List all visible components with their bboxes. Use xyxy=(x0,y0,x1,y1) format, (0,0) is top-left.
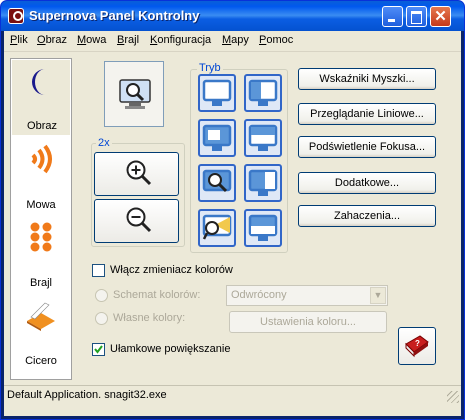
zoom-level-label: 2x xyxy=(96,137,112,149)
color-changer-label: Włącz zmieniacz kolorów xyxy=(110,264,233,276)
sidebar-item-label: Cicero xyxy=(25,355,57,367)
menu-obraz[interactable]: Obraz xyxy=(37,34,67,46)
status-bar: Default Application. snagit32.exe xyxy=(4,385,461,417)
full-screen-mode-icon xyxy=(202,79,232,106)
split-vertical-mode-icon xyxy=(248,79,278,106)
minimize-button[interactable] xyxy=(382,6,403,27)
hooks-button[interactable]: Zahaczenia... xyxy=(298,205,436,227)
mode-split-bottom[interactable] xyxy=(244,209,282,247)
menu-mowa[interactable]: Mowa xyxy=(77,34,106,46)
sidebar-item-mowa[interactable]: Mowa xyxy=(11,137,71,214)
minimize-icon xyxy=(388,19,395,22)
mode-split-vertical[interactable] xyxy=(244,74,282,112)
line-view-button[interactable]: Przeglądanie Liniowe... xyxy=(298,103,436,125)
sidebar-item-label: Mowa xyxy=(26,199,56,211)
status-text: Default Application. snagit32.exe xyxy=(7,389,167,401)
menu-konfiguracja[interactable]: Konfiguracja xyxy=(150,34,211,46)
resize-grip-icon[interactable] xyxy=(447,391,459,403)
fractional-zoom-label: Ułamkowe powiększanie xyxy=(110,343,231,355)
split-right-mode-icon xyxy=(248,169,278,196)
split-horizontal-mode-icon xyxy=(248,124,278,151)
menu-bar: Plik Obraz Mowa Brajl Konfiguracja Mapy … xyxy=(4,31,461,52)
monitor-magnifier-icon xyxy=(119,79,151,109)
lens-mode-icon xyxy=(202,169,232,193)
sidebar-item-cicero[interactable]: Cicero xyxy=(11,293,71,370)
menu-brajl[interactable]: Brajl xyxy=(117,34,139,46)
category-sidebar: Obraz Mowa Brajl Cicero xyxy=(10,58,72,380)
mode-split-right[interactable] xyxy=(244,164,282,202)
color-changer-checkbox[interactable] xyxy=(92,264,105,277)
auto-lens-mode-icon xyxy=(202,214,232,240)
focus-highlight-button[interactable]: Podświetlenie Fokusa... xyxy=(298,136,436,158)
help-button[interactable]: ? xyxy=(398,327,436,365)
mode-lens[interactable] xyxy=(198,164,236,202)
maximize-icon xyxy=(411,11,422,24)
zoom-in-button[interactable] xyxy=(94,152,179,196)
braille-dots-icon xyxy=(30,222,52,252)
menu-mapy[interactable]: Mapy xyxy=(222,34,249,46)
sound-waves-icon xyxy=(31,144,52,174)
close-icon: ✕ xyxy=(434,8,447,25)
chevron-down-icon[interactable]: ▼ xyxy=(370,287,386,304)
maximize-button[interactable] xyxy=(406,6,427,27)
zoom-in-icon xyxy=(126,160,152,186)
mode-window[interactable] xyxy=(198,119,236,157)
app-icon[interactable] xyxy=(8,8,24,24)
mode-group-title: Tryb xyxy=(197,62,223,74)
zoom-out-icon xyxy=(126,207,152,233)
additional-button[interactable]: Dodatkowe... xyxy=(298,172,436,194)
window-mode-icon xyxy=(202,124,232,151)
sidebar-item-brajl[interactable]: Brajl xyxy=(11,215,71,292)
menu-pomoc[interactable]: Pomoc xyxy=(259,34,293,46)
color-settings-button[interactable]: Ustawienia koloru... xyxy=(229,311,387,333)
client-area: Plik Obraz Mowa Brajl Konfiguracja Mapy … xyxy=(4,31,461,416)
sidebar-item-label: Obraz xyxy=(27,120,57,132)
checkmark-icon xyxy=(94,345,103,354)
magnifier-toggle-button[interactable] xyxy=(104,61,164,127)
help-book-icon: ? xyxy=(405,335,429,358)
sidebar-item-obraz[interactable]: Obraz xyxy=(11,59,71,136)
color-scheme-label: Schemat kolorów: xyxy=(113,289,201,301)
color-scheme-value: Odwrócony xyxy=(231,289,287,301)
window-title: Supernova Panel Kontrolny xyxy=(29,8,200,23)
application-window: Supernova Panel Kontrolny ✕ Plik Obraz M… xyxy=(0,0,465,420)
mode-full-screen[interactable] xyxy=(198,74,236,112)
title-bar[interactable]: Supernova Panel Kontrolny ✕ xyxy=(1,1,464,31)
svg-text:?: ? xyxy=(415,339,420,348)
fractional-zoom-checkbox[interactable] xyxy=(92,343,105,356)
moon-icon xyxy=(32,69,45,95)
mouse-pointers-button[interactable]: Wskaźniki Myszki... xyxy=(298,68,436,90)
scanner-icon xyxy=(27,302,55,331)
color-scheme-radio[interactable] xyxy=(95,289,108,302)
sidebar-item-label: Brajl xyxy=(29,277,52,289)
zoom-out-button[interactable] xyxy=(94,199,179,243)
close-button[interactable]: ✕ xyxy=(430,6,451,27)
split-bottom-mode-icon xyxy=(248,214,278,241)
custom-colors-label: Własne kolory: xyxy=(113,312,186,324)
custom-colors-radio[interactable] xyxy=(95,312,108,325)
mode-split-horizontal[interactable] xyxy=(244,119,282,157)
color-scheme-select[interactable]: Odwrócony ▼ xyxy=(226,285,388,306)
menu-plik[interactable]: Plik xyxy=(10,34,28,46)
mode-auto-lens[interactable] xyxy=(198,209,236,247)
